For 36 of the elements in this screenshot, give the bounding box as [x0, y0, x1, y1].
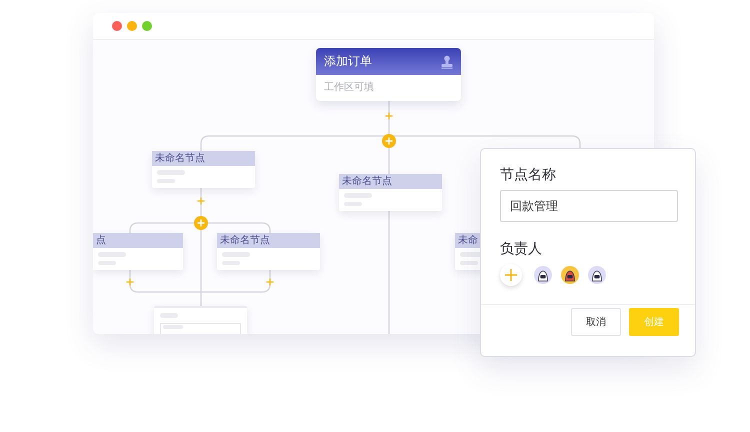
- node-card[interactable]: 点: [93, 233, 183, 270]
- root-node-card[interactable]: 添加订单 工作区可填: [316, 48, 461, 101]
- add-owner-button[interactable]: [500, 264, 522, 286]
- plus-icon: [126, 278, 134, 286]
- avatar[interactable]: [534, 266, 552, 284]
- add-node-button[interactable]: [194, 216, 208, 230]
- field-label: 负责人: [500, 240, 543, 258]
- plus-icon: [504, 268, 518, 282]
- skeleton-bar: [460, 260, 478, 265]
- avatar[interactable]: [588, 266, 606, 284]
- field-label: 节点名称: [500, 166, 557, 184]
- node-card[interactable]: 未命名节点: [152, 151, 255, 188]
- maximize-dot-icon[interactable]: [142, 21, 152, 31]
- cancel-button[interactable]: 取消: [571, 308, 621, 336]
- avatar[interactable]: [561, 266, 579, 284]
- node-title: 未命名节点: [342, 176, 392, 188]
- person-icon: [441, 54, 453, 68]
- plus-icon: [385, 112, 393, 120]
- node-title: 未命名节点: [155, 152, 205, 164]
- node-name-field[interactable]: 回款管理: [500, 190, 678, 222]
- form-node-card[interactable]: [154, 306, 247, 334]
- add-node-button[interactable]: [382, 134, 396, 148]
- minimize-dot-icon[interactable]: [127, 21, 137, 31]
- node-title: 点: [96, 234, 106, 246]
- node-card[interactable]: 未命名节点: [217, 233, 320, 270]
- node-title: 未命: [458, 234, 478, 246]
- input-field[interactable]: [160, 323, 241, 334]
- node-card[interactable]: 未命名节点: [339, 174, 442, 211]
- plus-icon: [197, 197, 205, 205]
- plus-icon: [385, 137, 393, 145]
- node-title: 添加订单: [324, 53, 372, 70]
- plus-icon: [266, 278, 274, 286]
- close-dot-icon[interactable]: [112, 21, 122, 31]
- node-title: 未命名节点: [220, 234, 270, 246]
- plus-icon: [197, 219, 205, 227]
- node-subtitle: 工作区可填: [323, 80, 375, 95]
